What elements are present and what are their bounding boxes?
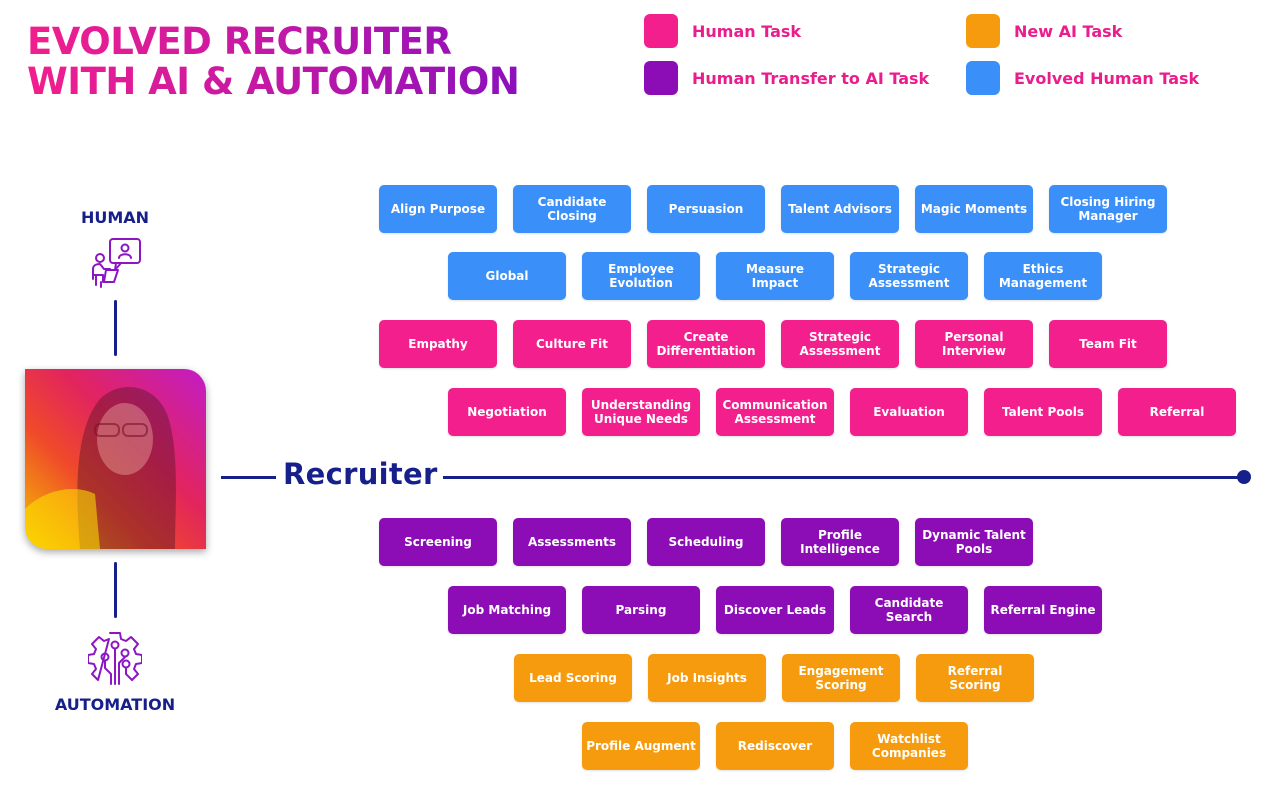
task-box-human-task: Evaluation: [850, 388, 968, 436]
task-box-evolved-human-task: Talent Advisors: [781, 185, 899, 233]
task-box-human-task: Understanding Unique Needs: [582, 388, 700, 436]
task-box-human-task: Referral: [1118, 388, 1236, 436]
legend-label: Human Task: [692, 21, 802, 41]
automation-connector-line: [114, 562, 117, 618]
task-box-human-task: Create Differentiation: [647, 320, 765, 368]
legend-human-transfer-to-ai-task: Human Transfer to AI Task: [644, 61, 929, 95]
task-box-human-task: Negotiation: [448, 388, 566, 436]
recruiter-right-line: [443, 476, 1243, 479]
line-end-dot: [1237, 470, 1251, 484]
human-connector-line: [114, 300, 117, 356]
legend-label: Evolved Human Task: [1014, 68, 1200, 88]
task-box-new-ai-task: Rediscover: [716, 722, 834, 770]
task-box-human-transfer-to-ai: Screening: [379, 518, 497, 566]
task-box-human-task: Personal Interview: [915, 320, 1033, 368]
task-box-human-transfer-to-ai: Parsing: [582, 586, 700, 634]
task-box-evolved-human-task: Align Purpose: [379, 185, 497, 233]
recruiter-photo: [25, 369, 206, 549]
task-box-human-transfer-to-ai: Job Matching: [448, 586, 566, 634]
gear-circuit-icon: [87, 630, 143, 690]
task-box-human-task: Strategic Assessment: [781, 320, 899, 368]
task-box-human-transfer-to-ai: Assessments: [513, 518, 631, 566]
task-box-new-ai-task: Referral Scoring: [916, 654, 1034, 702]
task-box-human-task: Communication Assessment: [716, 388, 834, 436]
title-line-1: EVOLVED RECRUITER: [27, 20, 452, 63]
legend-swatch: [966, 14, 1000, 48]
recruiter-label: Recruiter: [283, 457, 438, 491]
task-box-human-task: Empathy: [379, 320, 497, 368]
task-box-human-transfer-to-ai: Dynamic Talent Pools: [915, 518, 1033, 566]
task-box-evolved-human-task: Candidate Closing: [513, 185, 631, 233]
task-box-evolved-human-task: Strategic Assessment: [850, 252, 968, 300]
legend-evolved-human-task: Evolved Human Task: [966, 61, 1199, 95]
task-box-new-ai-task: Lead Scoring: [514, 654, 632, 702]
task-box-evolved-human-task: Employee Evolution: [582, 252, 700, 300]
legend-label: New AI Task: [1014, 21, 1123, 41]
task-box-new-ai-task: Job Insights: [648, 654, 766, 702]
task-box-human-transfer-to-ai: Candidate Search: [850, 586, 968, 634]
task-box-human-task: Team Fit: [1049, 320, 1167, 368]
task-box-evolved-human-task: Ethics Management: [984, 252, 1102, 300]
task-box-evolved-human-task: Global: [448, 252, 566, 300]
legend-new-ai-task: New AI Task: [966, 14, 1122, 48]
task-box-evolved-human-task: Closing Hiring Manager: [1049, 185, 1167, 233]
legend-swatch: [644, 61, 678, 95]
task-box-human-transfer-to-ai: Referral Engine: [984, 586, 1102, 634]
task-box-new-ai-task: Profile Augment: [582, 722, 700, 770]
task-box-new-ai-task: Watchlist Companies: [850, 722, 968, 770]
automation-label: AUTOMATION: [54, 695, 176, 714]
task-box-human-transfer-to-ai: Discover Leads: [716, 586, 834, 634]
legend-swatch: [966, 61, 1000, 95]
task-box-human-task: Talent Pools: [984, 388, 1102, 436]
task-box-new-ai-task: Engagement Scoring: [782, 654, 900, 702]
legend-label: Human Transfer to AI Task: [692, 68, 930, 88]
task-box-human-transfer-to-ai: Profile Intelligence: [781, 518, 899, 566]
person-chat-icon: [88, 237, 142, 295]
recruiter-left-line: [221, 476, 276, 479]
human-label: HUMAN: [80, 208, 150, 227]
task-box-evolved-human-task: Measure Impact: [716, 252, 834, 300]
title-line-2: WITH AI & AUTOMATION: [27, 60, 520, 103]
task-box-evolved-human-task: Magic Moments: [915, 185, 1033, 233]
legend-human-task: Human Task: [644, 14, 801, 48]
page-title: EVOLVED RECRUITER WITH AI & AUTOMATION: [27, 22, 519, 102]
task-box-human-task: Culture Fit: [513, 320, 631, 368]
task-box-human-transfer-to-ai: Scheduling: [647, 518, 765, 566]
legend-swatch: [644, 14, 678, 48]
task-box-evolved-human-task: Persuasion: [647, 185, 765, 233]
